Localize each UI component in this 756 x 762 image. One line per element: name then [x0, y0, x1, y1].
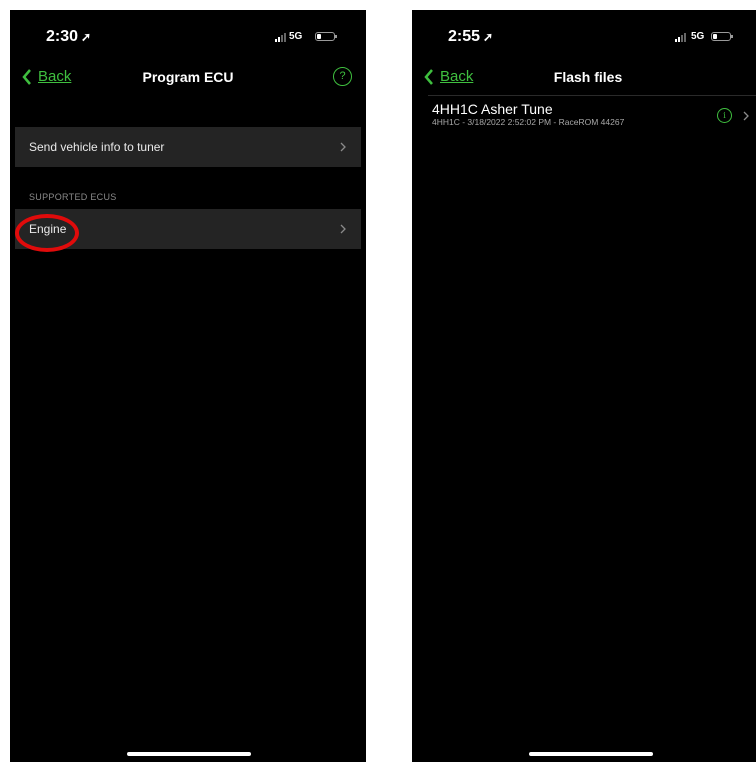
home-indicator[interactable] — [127, 752, 251, 756]
send-vehicle-info-row[interactable]: Send vehicle info to tuner — [15, 127, 361, 167]
red-circle-annotation — [15, 214, 79, 252]
program-ecu-screen: 2:30 ➚ 5G Back Program ECU ? Send vehicle… — [10, 10, 366, 762]
nav-bar: Back Flash files — [412, 65, 756, 95]
info-icon[interactable]: i — [717, 108, 732, 123]
status-time: 2:55 ➚ — [448, 28, 494, 45]
chevron-right-icon — [340, 224, 346, 234]
home-indicator[interactable] — [529, 752, 653, 756]
battery-icon — [315, 32, 337, 41]
signal-icon — [275, 33, 286, 42]
signal-icon — [675, 33, 686, 42]
battery-icon — [711, 32, 733, 41]
location-arrow-icon: ➚ — [81, 30, 92, 44]
page-title: Flash files — [553, 69, 623, 85]
row-label: Send vehicle info to tuner — [29, 140, 165, 154]
section-header: SUPPORTED ECUS — [29, 192, 117, 202]
network-label: 5G — [289, 31, 303, 42]
flash-file-details: 4HH1C - 3/18/2022 2:52:02 PM - RaceROM 4… — [432, 117, 625, 127]
help-icon[interactable]: ? — [333, 67, 352, 86]
divider — [428, 95, 756, 96]
flash-files-screen: 2:55 ➚ 5G Back Flash files 4HH1C Asher Tu… — [412, 10, 756, 762]
nav-bar: Back Program ECU ? — [10, 65, 366, 95]
flash-file-name: 4HH1C Asher Tune — [432, 101, 553, 117]
network-label: 5G — [691, 31, 705, 42]
status-bar: 2:55 ➚ 5G — [412, 10, 756, 50]
status-time: 2:30 ➚ — [46, 28, 92, 45]
location-arrow-icon: ➚ — [483, 30, 494, 44]
status-bar: 2:30 ➚ 5G — [10, 10, 366, 50]
chevron-right-icon — [340, 142, 346, 152]
flash-file-item[interactable]: 4HH1C Asher Tune 4HH1C - 3/18/2022 2:52:… — [432, 101, 624, 128]
page-title: Program ECU — [142, 69, 234, 85]
chevron-right-icon — [743, 111, 749, 121]
